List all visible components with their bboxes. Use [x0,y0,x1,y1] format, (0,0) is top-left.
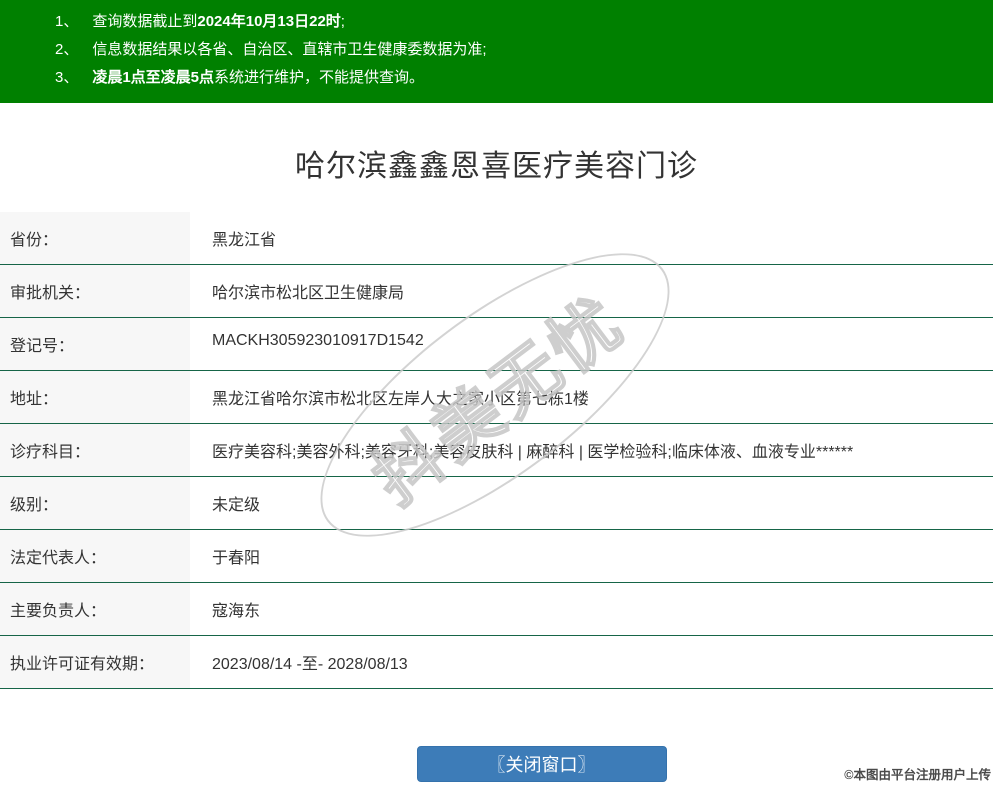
field-value: 哈尔滨市松北区卫生健康局 [212,285,405,302]
field-value: MACKH305923010917D1542 [212,332,424,349]
field-row-principal: 主要负责人： 寇海东 [0,583,993,636]
notice-number: 2、 [55,41,79,58]
page-title: 哈尔滨鑫鑫恩喜医疗美容门诊 [295,150,698,183]
corner-watermark: ©本图由平台注册用户上传 [844,768,991,782]
notice-line-1: 1、 查询数据截止到2024年10月13日22时; [55,8,983,36]
field-row-address: 地址： 黑龙江省哈尔滨市松北区左岸人大之家小区第七栋1楼 [0,371,993,424]
notice-text: 信息数据结果以各省、自治区、直辖市卫生健康委数据为准; [92,41,487,58]
notice-banner: 1、 查询数据截止到2024年10月13日22时; 2、 信息数据结果以各省、自治区… [0,0,993,103]
field-value: 未定级 [212,497,261,514]
field-label: 审批机关： [0,265,190,317]
field-label: 执业许可证有效期： [0,636,190,688]
field-value: 医疗美容科;美容外科;美容牙科;美容皮肤科 | 麻醉科 | 医学检验科;临床体液… [212,444,854,461]
field-label: 主要负责人： [0,583,190,635]
field-row-license-validity: 执业许可证有效期： 2023/08/14 -至- 2028/08/13 [0,636,993,689]
notice-text: ; [340,13,345,30]
field-label: 地址： [0,371,190,423]
field-value: 黑龙江省哈尔滨市松北区左岸人大之家小区第七栋1楼 [212,391,589,408]
field-label: 法定代表人： [0,530,190,582]
field-row-province: 省份： 黑龙江省 [0,212,993,265]
notice-number: 3、 [55,69,79,86]
notice-text-bold: 凌晨1点至凌晨5点 [92,69,215,86]
field-row-legal-representative: 法定代表人： 于春阳 [0,530,993,583]
field-label: 诊疗科目： [0,424,190,476]
field-value: 黑龙江省 [212,232,277,249]
close-window-button[interactable]: 〖关闭窗口〗 [416,746,667,782]
clinic-info-table: 省份： 黑龙江省 审批机关： 哈尔滨市松北区卫生健康局 登记号： MACKH30… [0,212,993,689]
notice-line-2: 2、 信息数据结果以各省、自治区、直辖市卫生健康委数据为准; [55,36,983,64]
field-label: 省份： [0,212,190,264]
notice-text: 查询数据截止到 [92,13,198,30]
field-value: 2023/08/14 -至- 2028/08/13 [212,656,408,673]
field-row-level: 级别： 未定级 [0,477,993,530]
field-row-approval-authority: 审批机关： 哈尔滨市松北区卫生健康局 [0,265,993,318]
field-value: 于春阳 [212,550,261,567]
notice-text-bold: 2024年10月13日22时 [197,13,341,30]
notice-line-3: 3、 凌晨1点至凌晨5点系统进行维护，不能提供查询。 [55,64,983,92]
field-label: 登记号： [0,318,190,370]
notice-number: 1、 [55,13,79,30]
field-row-registration-number: 登记号： MACKH305923010917D1542 [0,318,993,371]
field-value: 寇海东 [212,603,261,620]
field-label: 级别： [0,477,190,529]
notice-text: 系统进行维护，不能提供查询。 [214,69,425,86]
field-row-medical-subjects: 诊疗科目： 医疗美容科;美容外科;美容牙科;美容皮肤科 | 麻醉科 | 医学检验… [0,424,993,477]
